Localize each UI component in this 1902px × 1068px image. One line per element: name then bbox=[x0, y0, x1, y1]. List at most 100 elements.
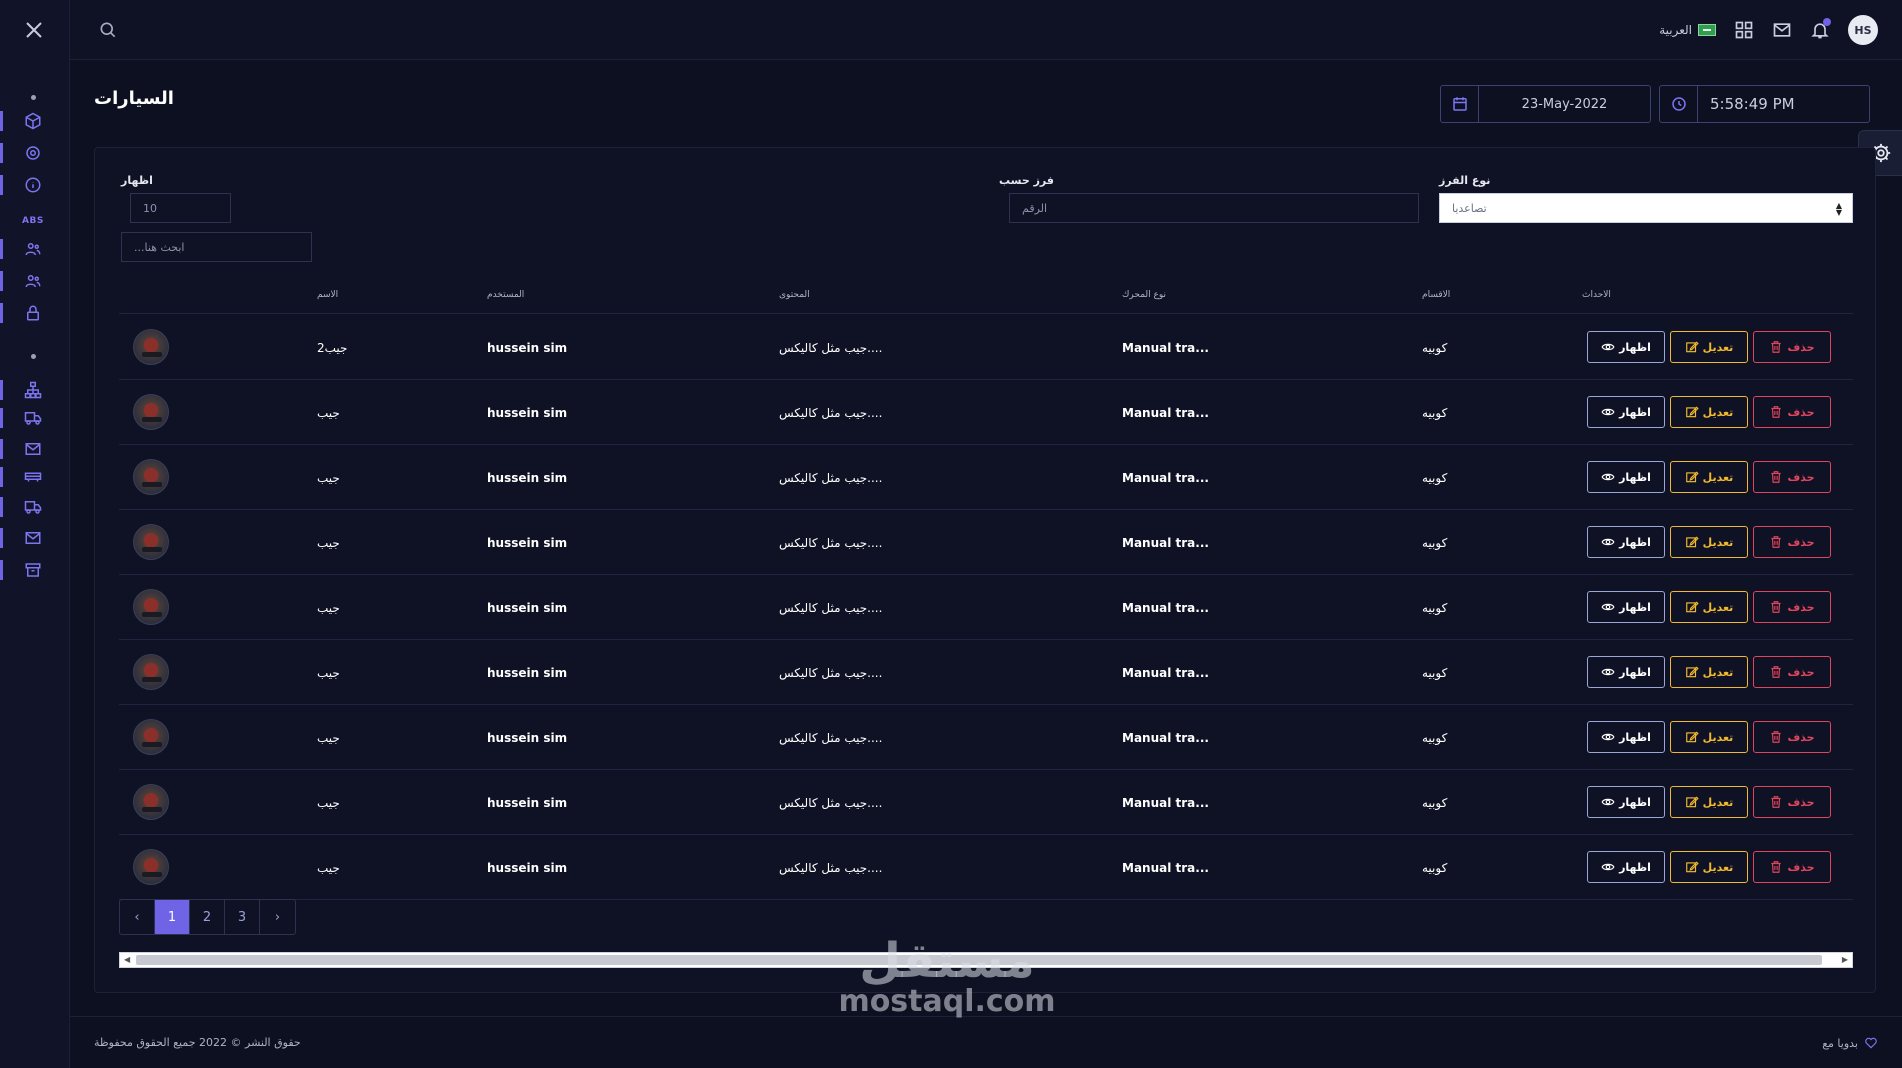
edit-button[interactable]: تعديل bbox=[1670, 786, 1748, 818]
pagination-page-2[interactable]: 2 bbox=[190, 900, 225, 934]
avatar[interactable]: HS bbox=[1848, 15, 1878, 45]
edit-button[interactable]: تعديل bbox=[1670, 396, 1748, 428]
delete-label: حذف bbox=[1787, 665, 1815, 679]
view-button[interactable]: اظهار bbox=[1587, 526, 1665, 558]
eye-icon bbox=[1601, 405, 1615, 419]
scroll-right-arrow-icon[interactable]: ▶ bbox=[1842, 955, 1848, 964]
sidebar-item-lock[interactable] bbox=[0, 300, 70, 326]
sidebar-item-bus[interactable] bbox=[0, 464, 70, 490]
edit-icon bbox=[1685, 340, 1699, 354]
date-display[interactable]: 23-May-2022 bbox=[1440, 85, 1651, 123]
cell-user: hussein sim bbox=[487, 536, 568, 550]
info-icon bbox=[24, 176, 42, 194]
delete-button[interactable]: حذف bbox=[1753, 656, 1831, 688]
edit-button[interactable]: تعديل bbox=[1670, 721, 1748, 753]
sort-by-field[interactable]: الرقم bbox=[1009, 193, 1419, 223]
search-input[interactable]: ابحث هنا... bbox=[121, 232, 312, 262]
sort-by-label: فرز حسب bbox=[999, 174, 1054, 187]
table-row: جيب hussein sim جيب مثل كاليكس.... Manual t… bbox=[119, 705, 1853, 770]
edit-button[interactable]: تعديل bbox=[1670, 656, 1748, 688]
apps-grid-icon[interactable] bbox=[1734, 20, 1754, 40]
topbar-actions: العربية HS bbox=[1659, 14, 1878, 46]
users-icon bbox=[24, 240, 42, 258]
view-button[interactable]: اظهار bbox=[1587, 721, 1665, 753]
view-button[interactable]: اظهار bbox=[1587, 591, 1665, 623]
delete-button[interactable]: حذف bbox=[1753, 396, 1831, 428]
pagination-next[interactable]: › bbox=[260, 900, 295, 934]
scrollbar-thumb[interactable] bbox=[136, 955, 1822, 965]
edit-icon bbox=[1685, 470, 1699, 484]
search-icon[interactable] bbox=[98, 20, 118, 40]
sidebar-item-cube[interactable] bbox=[0, 108, 70, 134]
sidebar-item-info[interactable] bbox=[0, 172, 70, 198]
close-icon[interactable] bbox=[22, 18, 46, 42]
page-title: السيارات bbox=[94, 88, 174, 109]
sidebar-item-users-2[interactable] bbox=[0, 268, 70, 294]
car-thumbnail bbox=[133, 394, 169, 430]
trash-icon bbox=[1769, 665, 1783, 679]
show-count-input[interactable]: 10 bbox=[130, 193, 231, 223]
language-switcher[interactable]: العربية bbox=[1659, 23, 1716, 37]
bell-icon[interactable] bbox=[1810, 18, 1831, 40]
delete-button[interactable]: حذف bbox=[1753, 461, 1831, 493]
sidebar-item-users[interactable] bbox=[0, 236, 70, 262]
delete-button[interactable]: حذف bbox=[1753, 721, 1831, 753]
view-button[interactable]: اظهار bbox=[1587, 331, 1665, 363]
view-button[interactable]: اظهار bbox=[1587, 396, 1665, 428]
mail-icon bbox=[24, 440, 42, 458]
view-button[interactable]: اظهار bbox=[1587, 851, 1665, 883]
delete-label: حذف bbox=[1787, 470, 1815, 484]
view-button[interactable]: اظهار bbox=[1587, 786, 1665, 818]
edit-button[interactable]: تعديل bbox=[1670, 461, 1748, 493]
view-label: اظهار bbox=[1619, 860, 1651, 874]
view-button[interactable]: اظهار bbox=[1587, 656, 1665, 688]
sidebar-item-sitemap[interactable] bbox=[0, 377, 70, 403]
edit-button[interactable]: تعديل bbox=[1670, 851, 1748, 883]
sort-type-select[interactable]: تصاعديا ▲ ▼ bbox=[1439, 193, 1853, 223]
trash-icon bbox=[1769, 795, 1783, 809]
cell-content: جيب مثل كاليكس.... bbox=[779, 471, 883, 485]
delete-button[interactable]: حذف bbox=[1753, 851, 1831, 883]
sitemap-icon bbox=[24, 381, 42, 399]
archive-icon bbox=[24, 561, 42, 579]
edit-button[interactable]: تعديل bbox=[1670, 591, 1748, 623]
scroll-left-arrow-icon[interactable]: ◀ bbox=[124, 955, 130, 964]
horizontal-scrollbar[interactable]: ◀ ▶ bbox=[119, 952, 1853, 968]
pagination-prev[interactable]: ‹ bbox=[120, 900, 155, 934]
view-label: اظهار bbox=[1619, 730, 1651, 744]
edit-button[interactable]: تعديل bbox=[1670, 331, 1748, 363]
cell-section: كوبيه bbox=[1422, 731, 1448, 745]
eye-icon bbox=[1601, 600, 1615, 614]
edit-icon bbox=[1685, 665, 1699, 679]
sidebar-item-mail-2[interactable] bbox=[0, 525, 70, 551]
sidebar-dot bbox=[31, 95, 36, 100]
pagination-page-1[interactable]: 1 bbox=[155, 900, 190, 934]
pagination-page-3[interactable]: 3 bbox=[225, 900, 260, 934]
delete-button[interactable]: حذف bbox=[1753, 591, 1831, 623]
time-display[interactable]: 5:58:49 PM bbox=[1659, 85, 1870, 123]
cell-section: كوبيه bbox=[1422, 341, 1448, 355]
delete-button[interactable]: حذف bbox=[1753, 331, 1831, 363]
car-thumbnail bbox=[133, 654, 169, 690]
calendar-icon bbox=[1441, 86, 1479, 122]
eye-icon bbox=[1601, 665, 1615, 679]
edit-button[interactable]: تعديل bbox=[1670, 526, 1748, 558]
trash-icon bbox=[1769, 405, 1783, 419]
trash-icon bbox=[1769, 860, 1783, 874]
delete-button[interactable]: حذف bbox=[1753, 786, 1831, 818]
sidebar-item-truck-2[interactable] bbox=[0, 494, 70, 520]
footer: حقوق النشر © 2022 جميع الحقوق محفوظة بدو… bbox=[70, 1016, 1902, 1068]
sidebar-item-mail[interactable] bbox=[0, 436, 70, 462]
delete-button[interactable]: حذف bbox=[1753, 526, 1831, 558]
cell-user: hussein sim bbox=[487, 341, 568, 355]
sidebar-item-truck[interactable] bbox=[0, 405, 70, 431]
delete-label: حذف bbox=[1787, 795, 1815, 809]
view-button[interactable]: اظهار bbox=[1587, 461, 1665, 493]
col-content: المحتوى bbox=[779, 290, 810, 300]
sort-type-value: تصاعديا bbox=[1452, 201, 1487, 215]
sidebar-item-archive[interactable] bbox=[0, 557, 70, 583]
cell-user: hussein sim bbox=[487, 796, 568, 810]
mail-icon[interactable] bbox=[1772, 20, 1792, 40]
edit-icon bbox=[1685, 405, 1699, 419]
sidebar-item-settings[interactable] bbox=[0, 140, 70, 166]
